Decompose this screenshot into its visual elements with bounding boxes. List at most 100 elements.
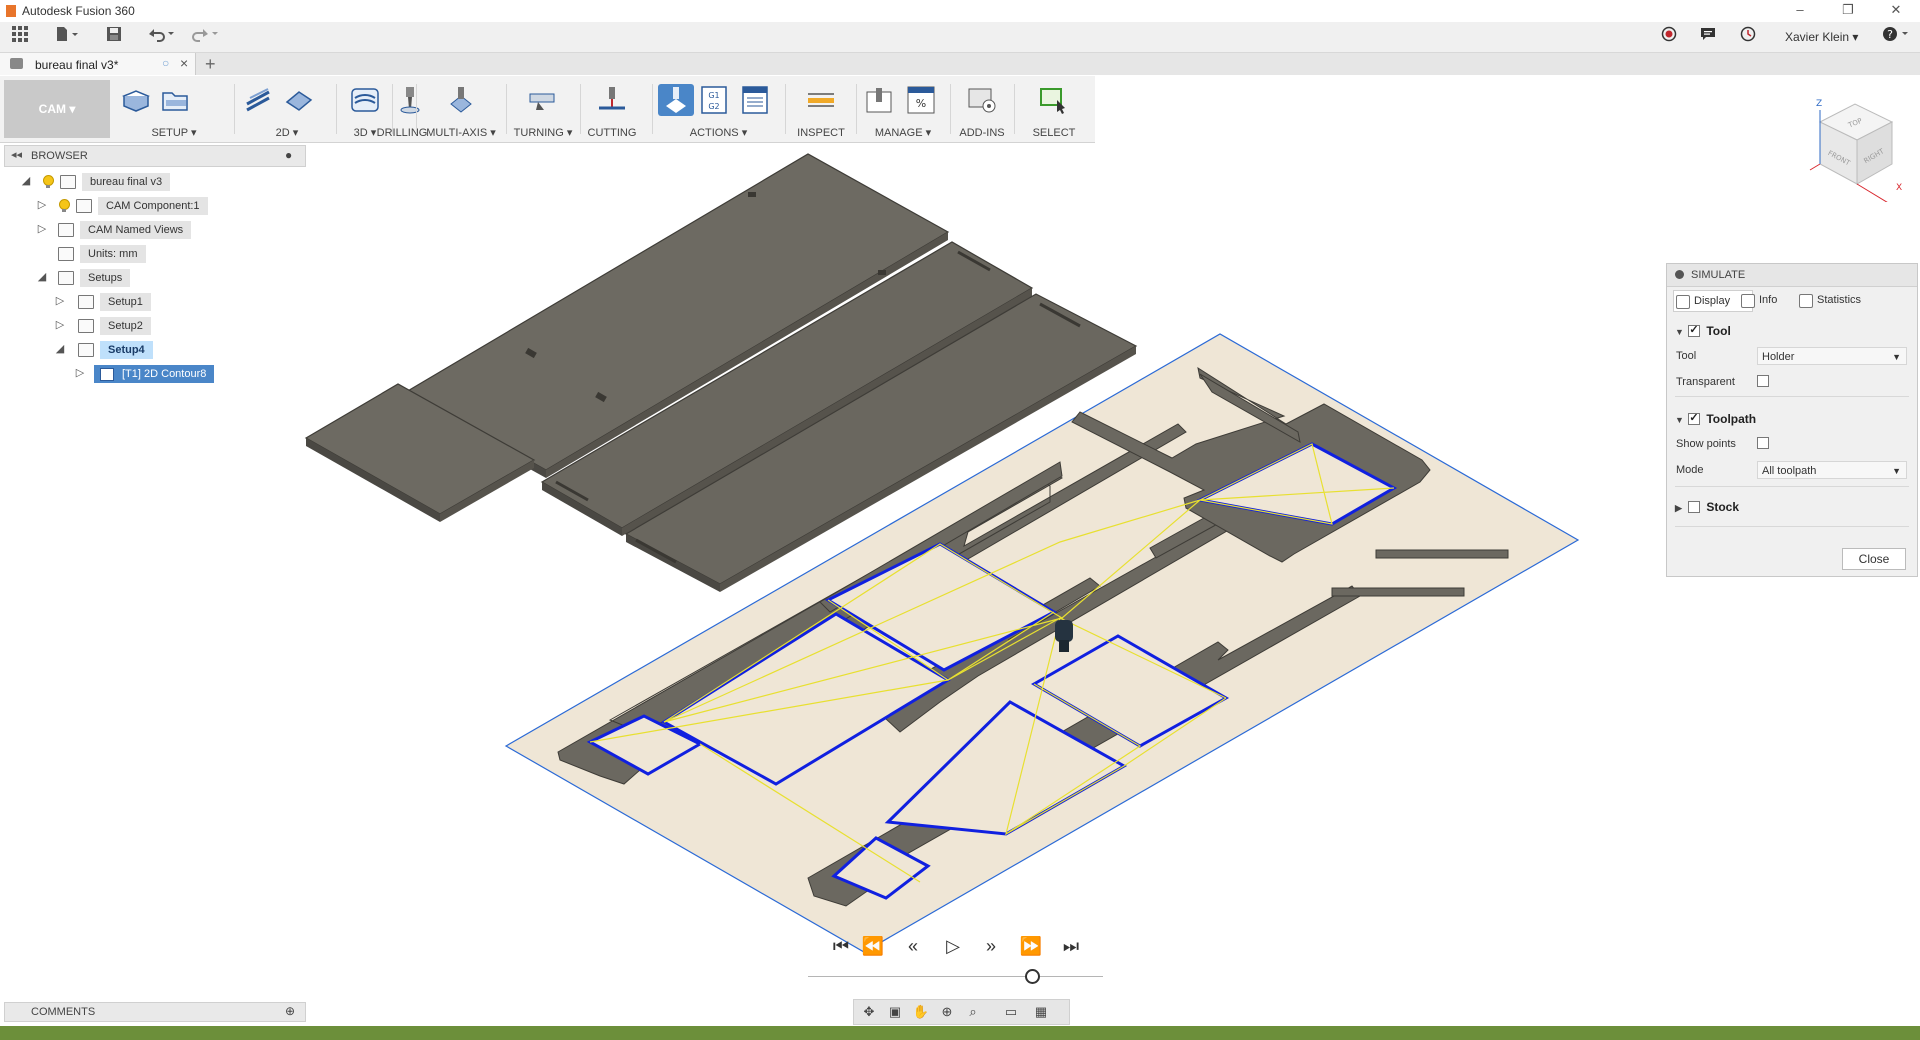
cutting-icon[interactable] bbox=[597, 86, 627, 114]
setup-sheet-icon[interactable] bbox=[740, 86, 770, 114]
simulate-panel: SIMULATE Display Info Statistics ▼ Tool … bbox=[1666, 263, 1918, 577]
go-to-end-icon[interactable]: ⏭ bbox=[1056, 933, 1086, 959]
tool-section-header[interactable]: ▼ Tool bbox=[1675, 323, 1731, 338]
show-points-checkbox[interactable] bbox=[1757, 437, 1775, 450]
2d-group[interactable]: 2D ▾ bbox=[238, 76, 336, 142]
minimize-button[interactable]: – bbox=[1780, 0, 1820, 22]
multi-axis-icon[interactable] bbox=[446, 86, 476, 114]
step-back-icon[interactable]: « bbox=[898, 933, 928, 959]
toolpath-mode-select[interactable]: All toolpath ▼ bbox=[1757, 461, 1907, 479]
toolbar-divider bbox=[652, 84, 653, 134]
actions-group[interactable]: G1 G2 ACTIONS ▾ bbox=[656, 76, 781, 142]
restore-button[interactable]: ❐ bbox=[1828, 0, 1868, 22]
display-settings-icon[interactable]: ▭ bbox=[1000, 1002, 1022, 1022]
add-comment-icon[interactable]: ⊕ bbox=[285, 1004, 295, 1018]
data-panel-grid-icon[interactable] bbox=[8, 26, 32, 48]
transparent-checkbox[interactable] bbox=[1757, 375, 1775, 388]
inspect-group[interactable]: INSPECT bbox=[788, 76, 854, 142]
multi-axis-group[interactable]: MULTI-AXIS ▾ bbox=[418, 76, 504, 142]
orbit-icon[interactable]: ✥ bbox=[858, 1002, 880, 1022]
2d-pocket-icon[interactable] bbox=[284, 86, 314, 114]
setup-group-label: SETUP ▾ bbox=[151, 127, 197, 139]
document-tab-label: bureau final v3* bbox=[35, 58, 119, 72]
scripts-addins-icon[interactable] bbox=[967, 86, 997, 114]
fusion-logo-icon bbox=[6, 5, 16, 17]
ribbon-toolbar: CAM ▾ SETUP ▾ 2D ▾ 3D ▾ DRILLING MULTI-A… bbox=[0, 76, 1095, 143]
3d-viewport[interactable] bbox=[0, 142, 1920, 1026]
turning-icon[interactable] bbox=[528, 86, 558, 114]
step-forward-icon[interactable]: » bbox=[976, 933, 1006, 959]
toolpath-section-header[interactable]: ▼ Toolpath bbox=[1675, 411, 1757, 426]
collapsed-arrow-icon: ▶ bbox=[1675, 503, 1682, 513]
small-strip-1[interactable] bbox=[1375, 549, 1509, 559]
close-window-button[interactable]: ✕ bbox=[1876, 0, 1916, 22]
document-tab[interactable]: bureau final v3* ○ × bbox=[0, 53, 196, 75]
user-account-menu[interactable]: Xavier Klein ▾ bbox=[1785, 26, 1858, 48]
info-icon bbox=[1741, 294, 1755, 308]
grid-settings-icon[interactable]: ▦ bbox=[1030, 1002, 1052, 1022]
2d-adaptive-icon[interactable] bbox=[244, 86, 274, 114]
zoom-icon[interactable]: ⊕ bbox=[936, 1002, 958, 1022]
tab-info-label: Info bbox=[1759, 294, 1778, 306]
axis-x-label: X bbox=[1896, 183, 1902, 193]
tab-statistics[interactable]: Statistics bbox=[1797, 290, 1893, 310]
add-ins-group-label: ADD-INS bbox=[959, 127, 1005, 139]
select-window-icon[interactable] bbox=[1039, 86, 1069, 114]
look-at-icon[interactable]: ▣ bbox=[884, 1002, 906, 1022]
simulation-timeline[interactable] bbox=[808, 976, 1103, 977]
small-strip-2[interactable] bbox=[1331, 587, 1465, 597]
file-menu-icon[interactable] bbox=[52, 26, 82, 48]
job-status-icon[interactable] bbox=[1737, 26, 1759, 48]
save-icon[interactable] bbox=[102, 26, 126, 48]
tab-display-label: Display bbox=[1694, 295, 1731, 307]
toolbar-divider bbox=[785, 84, 786, 134]
workspace-switcher[interactable]: CAM ▾ bbox=[4, 80, 110, 138]
app-title: Autodesk Fusion 360 bbox=[22, 4, 135, 18]
tool-visible-checkbox[interactable] bbox=[1688, 323, 1701, 337]
record-icon[interactable] bbox=[1658, 26, 1680, 48]
cutting-group[interactable]: CUTTING bbox=[582, 76, 642, 142]
new-setup-icon[interactable] bbox=[120, 86, 150, 114]
measure-icon[interactable] bbox=[806, 86, 836, 114]
toolpath-visible-checkbox[interactable] bbox=[1688, 411, 1701, 425]
pan-hand-icon[interactable]: ✋ bbox=[910, 1002, 932, 1022]
next-operation-icon[interactable]: ⏩ bbox=[1016, 933, 1046, 959]
close-simulation-button[interactable]: Close bbox=[1842, 548, 1906, 570]
status-bar bbox=[0, 1026, 1920, 1040]
tool-display-select[interactable]: Holder ▼ bbox=[1757, 347, 1907, 365]
notifications-icon[interactable] bbox=[1697, 26, 1719, 48]
redo-icon[interactable] bbox=[188, 26, 222, 48]
stock-visible-checkbox[interactable] bbox=[1688, 501, 1701, 513]
turning-group[interactable]: TURNING ▾ bbox=[508, 76, 578, 142]
previous-operation-icon[interactable]: ⏪ bbox=[858, 933, 888, 959]
add-ins-group[interactable]: ADD-INS bbox=[952, 76, 1012, 142]
statistics-icon bbox=[1799, 294, 1813, 308]
turning-group-label: TURNING ▾ bbox=[513, 127, 573, 139]
toolbar-divider bbox=[950, 84, 951, 134]
comments-title: COMMENTS bbox=[31, 1006, 96, 1018]
toolpath-section-label: Toolpath bbox=[1706, 412, 1757, 426]
close-tab-button[interactable]: × bbox=[180, 55, 188, 71]
undo-icon[interactable] bbox=[144, 26, 178, 48]
setup-group[interactable]: SETUP ▾ bbox=[114, 76, 234, 142]
viewcube[interactable]: TOP FRONT RIGHT Z X bbox=[1800, 92, 1910, 205]
timeline-scrubber-handle[interactable] bbox=[1025, 969, 1040, 984]
folder-setup-icon[interactable] bbox=[160, 86, 190, 114]
toolbar-divider bbox=[336, 84, 337, 134]
feed-speed-icon[interactable]: % bbox=[906, 86, 936, 114]
toolbar-divider bbox=[416, 84, 417, 134]
toolbar-divider bbox=[506, 84, 507, 134]
go-to-start-icon[interactable]: ⏮ bbox=[826, 933, 856, 959]
play-icon[interactable]: ▷ bbox=[938, 933, 968, 959]
manage-group[interactable]: % MANAGE ▾ bbox=[858, 76, 948, 142]
stock-section-header[interactable]: ▶ Stock bbox=[1675, 500, 1739, 514]
new-tab-button[interactable]: + bbox=[205, 53, 216, 75]
collapse-panel-icon[interactable] bbox=[1675, 270, 1684, 279]
post-process-g1g2-icon[interactable]: G1G2 bbox=[700, 86, 730, 114]
select-group[interactable]: SELECT bbox=[1024, 76, 1084, 142]
tool-library-icon[interactable] bbox=[864, 86, 894, 114]
help-menu[interactable]: ? bbox=[1880, 26, 1914, 48]
toolbar-divider bbox=[580, 84, 581, 134]
fit-zoom-icon[interactable]: ⌕ bbox=[962, 1002, 984, 1022]
simulate-icon[interactable] bbox=[658, 84, 694, 116]
